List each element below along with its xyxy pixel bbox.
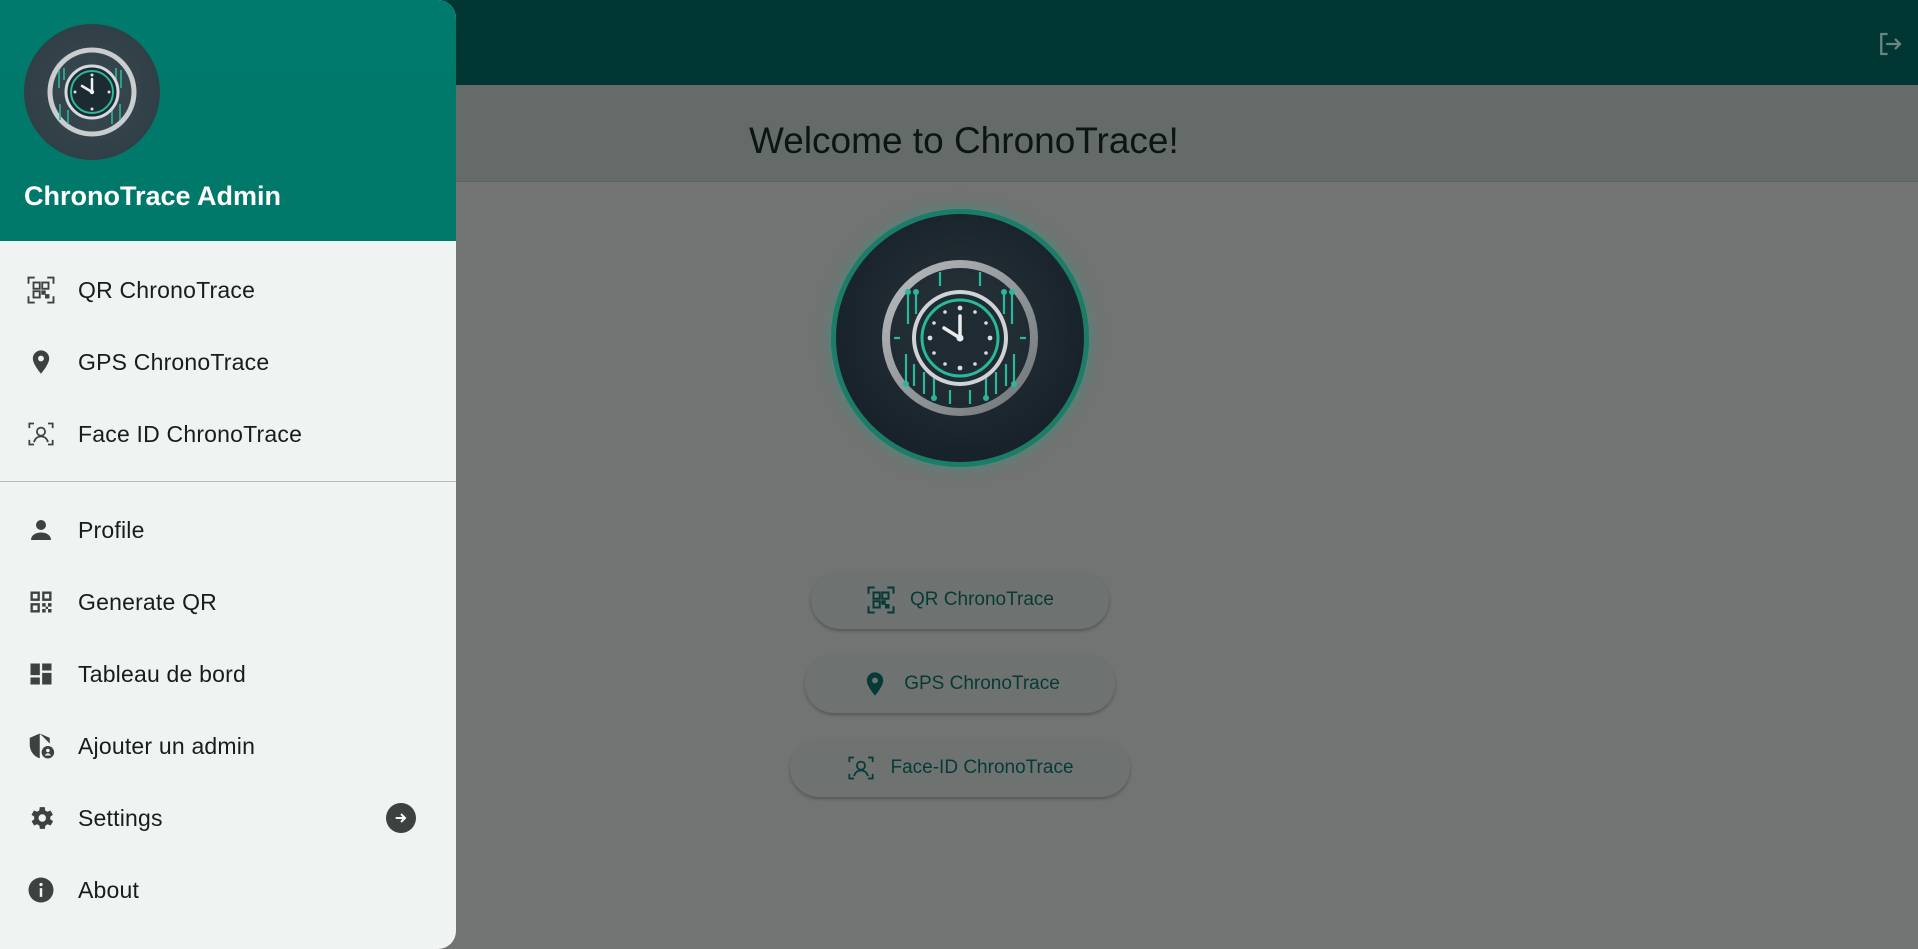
drawer-header: ChronoTrace Admin [0,0,456,241]
face-id-chronotrace-button[interactable]: Face-ID ChronoTrace [790,739,1130,797]
drawer-item-face-id-chronotrace[interactable]: Face ID ChronoTrace [0,401,456,467]
admin-shield-icon [26,731,56,761]
dashboard-icon [26,659,56,689]
drawer-divider [0,481,456,482]
admin-name: ChronoTrace Admin [24,181,282,211]
drawer-item-qr-chronotrace[interactable]: QR ChronoTrace [0,257,456,323]
arrow-right-circle-icon[interactable] [386,803,416,833]
qr-scan-icon [26,275,56,305]
face-id-icon [846,753,876,783]
chronotrace-logo [836,214,1084,462]
location-pin-icon [26,347,56,377]
face-id-chronotrace-button-label: Face-ID ChronoTrace [890,757,1074,778]
qr-chronotrace-button[interactable]: QR ChronoTrace [811,571,1109,629]
location-pin-icon [860,669,890,699]
info-icon [26,875,56,905]
drawer-item-label: Profile [78,516,145,543]
gps-chronotrace-button-label: GPS ChronoTrace [904,673,1060,694]
drawer-item-label: Ajouter un admin [78,732,256,759]
avatar [24,24,160,160]
drawer-item-add-admin[interactable]: Ajouter un admin [0,713,456,779]
drawer-item-label: Tableau de bord [78,660,246,687]
drawer-item-label: About [78,876,140,903]
logout-icon [1880,32,1902,56]
drawer-item-generate-qr[interactable]: Generate QR [0,569,456,635]
drawer-item-label: QR ChronoTrace [78,276,256,303]
drawer-item-label: Generate QR [78,588,217,615]
drawer-item-gps-chronotrace[interactable]: GPS ChronoTrace [0,329,456,395]
gps-chronotrace-button[interactable]: GPS ChronoTrace [805,655,1115,713]
drawer-item-dashboard[interactable]: Tableau de bord [0,641,456,707]
navigation-drawer: ChronoTrace Admin QR ChronoTrace GPS Chr… [0,0,456,949]
face-id-icon [26,419,56,449]
drawer-item-profile[interactable]: Profile [0,497,456,563]
page-title: Welcome to ChronoTrace! [749,120,1179,161]
drawer-item-label: GPS ChronoTrace [78,348,270,375]
logout-button[interactable] [1870,24,1910,64]
drawer-item-about[interactable]: About [0,857,456,923]
drawer-item-settings[interactable]: Settings [0,785,456,851]
person-icon [26,515,56,545]
qr-code-icon [26,587,56,617]
qr-chronotrace-button-label: QR ChronoTrace [910,589,1054,610]
qr-scan-icon [866,585,896,615]
drawer-item-label: Face ID ChronoTrace [78,420,303,447]
drawer-item-label: Settings [78,804,163,831]
gear-icon [26,803,56,833]
